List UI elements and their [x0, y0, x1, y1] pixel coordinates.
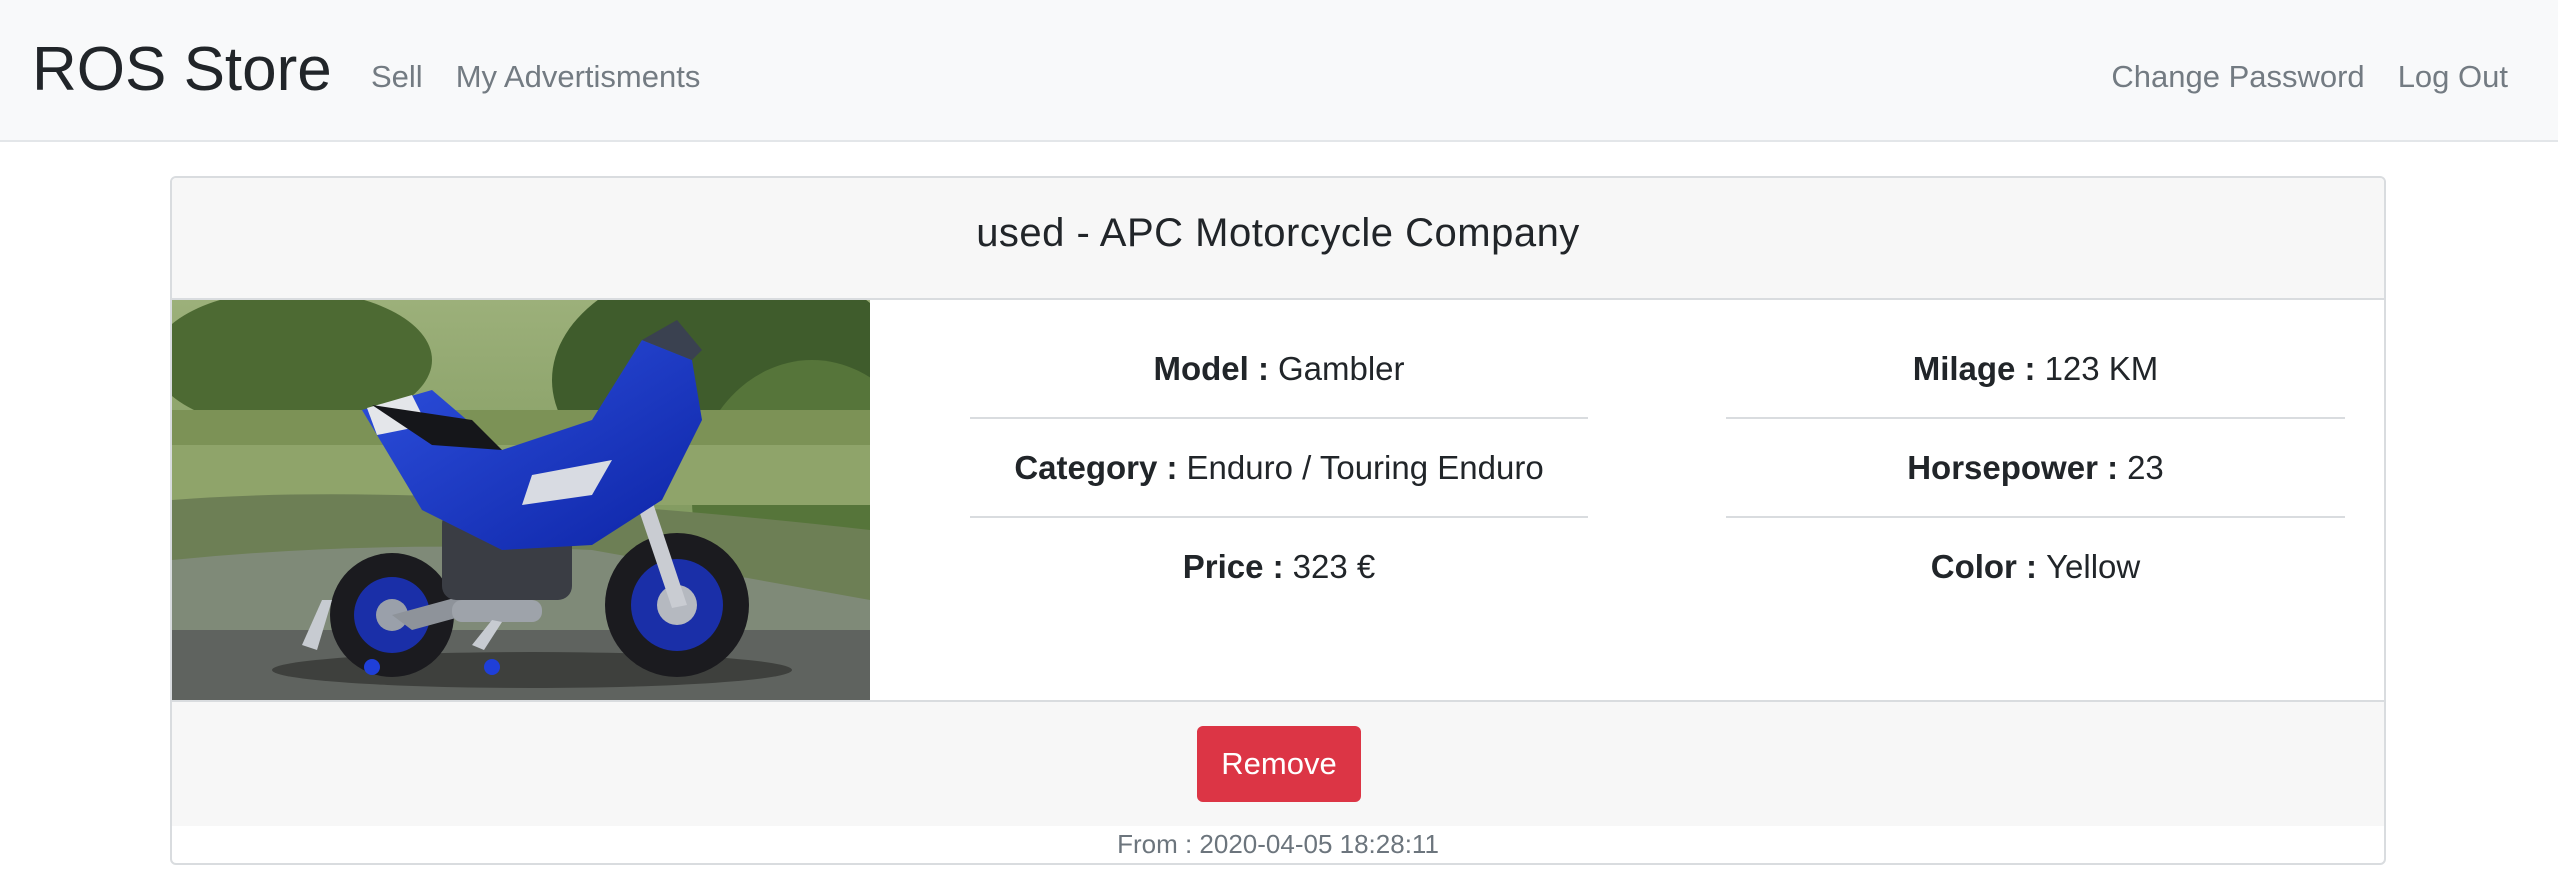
spec-model: Model : Gambler [970, 320, 1588, 417]
listing-card: used - APC Motorcycle Company Model: Ga… [170, 176, 2386, 865]
spec-color-value: Yellow [2046, 547, 2141, 585]
spec-milage: Milage : 123 KM [1726, 320, 2345, 417]
nav-link-change-password[interactable]: Change Password [2111, 52, 2364, 102]
motorcycle-photo [172, 300, 870, 700]
spec-price-value: 323 € [1292, 547, 1376, 585]
spec-milage-value: 123 KM [2044, 349, 2159, 387]
remove-button[interactable]: Remove [1197, 726, 1361, 802]
card-footer: Remove [172, 700, 2384, 826]
listing-date: From : 2020-04-05 18:28:11 [1117, 829, 1439, 859]
spec-color-label: Color : [1930, 547, 2038, 585]
nav-link-sell[interactable]: Sell [371, 52, 423, 102]
top-navbar: ROS Store Sell My Advertisments Change P… [0, 0, 2558, 142]
spec-category-value: Enduro / Touring Enduro [1186, 448, 1544, 486]
spec-price-label: Price : [1182, 547, 1284, 585]
spec-model-label: Model : [1153, 349, 1269, 387]
spec-milage-label: Milage : [1912, 349, 2036, 387]
listing-title: used - APC Motorcycle Company [976, 210, 1580, 255]
nav-link-my-advertisments[interactable]: My Advertisments [456, 52, 701, 102]
spec-color: Color : Yellow [1726, 518, 2345, 615]
card-header: used - APC Motorcycle Company [172, 178, 2384, 300]
spec-price: Price : 323 € [970, 518, 1588, 615]
spec-model-value: Gambler [1277, 349, 1405, 387]
spec-horsepower-label: Horsepower : [1907, 448, 2119, 486]
spec-horsepower: Horsepower : 23 [1726, 419, 2345, 516]
spec-column-left: Model : Gambler Category : Enduro / Tour… [970, 300, 1588, 700]
nav-left-group: Sell My Advertisments [371, 52, 700, 102]
spec-horsepower-value: 23 [2127, 448, 2164, 486]
spec-category: Category : Enduro / Touring Enduro [970, 419, 1588, 516]
spec-column-right: Milage : 123 KM Horsepower : 23 Color : … [1726, 300, 2345, 700]
brand-logo[interactable]: ROS Store [32, 28, 332, 112]
nav-right-group: Change Password Log Out [2111, 52, 2508, 102]
nav-link-log-out[interactable]: Log Out [2398, 52, 2508, 102]
spec-category-label: Category : [1014, 448, 1178, 486]
